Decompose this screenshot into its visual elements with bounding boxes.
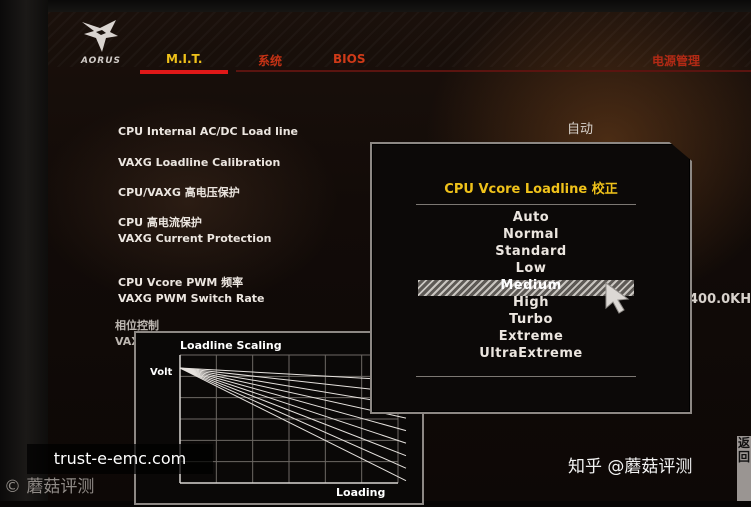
setting-vaxg-loadline-calibration[interactable]: VAXG Loadline Calibration	[118, 155, 280, 171]
setting-cpu-current-protection[interactable]: CPU 高电流保护 VAXG Current Protection	[118, 215, 271, 247]
option-low[interactable]: Low	[372, 261, 690, 276]
tab-system[interactable]: 系统	[258, 52, 282, 69]
option-standard[interactable]: Standard	[372, 244, 690, 259]
aorus-logo: AORUS	[70, 18, 132, 68]
dialog-title: CPU Vcore Loadline 校正	[444, 182, 618, 197]
watermark-zhihu: 知乎 @蘑菇评测	[568, 457, 693, 477]
mouse-pointer-icon	[605, 282, 630, 314]
option-high[interactable]: High	[372, 295, 690, 310]
tab-divider	[236, 70, 751, 72]
loadline-calibration-dialog: CPU Vcore Loadline 校正 Auto Normal Standa…	[370, 142, 692, 414]
option-medium[interactable]: Medium	[372, 278, 690, 293]
side-tab[interactable]: 返回	[737, 436, 751, 501]
aorus-eagle-icon	[82, 20, 118, 52]
setting-pwm-switch-rate[interactable]: CPU Vcore PWM 频率 VAXG PWM Switch Rate	[118, 275, 265, 307]
tab-bios[interactable]: BIOS	[333, 52, 365, 66]
dialog-divider-top	[416, 204, 636, 205]
logo-text: AORUS	[80, 56, 122, 66]
option-turbo[interactable]: Turbo	[372, 312, 690, 327]
option-auto[interactable]: Auto	[372, 210, 690, 225]
setting-label-secondary: VAXG Current Protection	[118, 232, 272, 245]
active-tab-indicator	[140, 70, 228, 74]
watermark-url: trust-e-emc.com	[27, 444, 213, 474]
setting-label-secondary: VAXG PWM Switch Rate	[118, 292, 265, 305]
option-ultraextreme[interactable]: UltraExtreme	[372, 346, 690, 361]
x-axis-label: Loading	[336, 486, 385, 499]
option-normal[interactable]: Normal	[372, 227, 690, 242]
dialog-divider-bottom	[416, 376, 636, 377]
setting-label: CPU 高电流保护	[118, 216, 202, 229]
monitor-bezel-left	[0, 0, 48, 501]
setting-high-voltage-protection[interactable]: CPU/VAXG 高电压保护	[118, 185, 240, 201]
setting-cpu-acdc-loadline-value[interactable]: 自动	[567, 118, 593, 137]
setting-label: CPU Vcore PWM 频率	[118, 276, 244, 289]
tab-mit[interactable]: M.I.T.	[166, 52, 202, 66]
y-axis-label: Volt	[150, 367, 172, 378]
watermark-author: © 蘑菇评测	[4, 477, 95, 497]
header-pattern	[48, 12, 751, 67]
option-extreme[interactable]: Extreme	[372, 329, 690, 344]
setting-pwm-switch-rate-value[interactable]: 400.0KH	[689, 292, 751, 307]
chart-title: Loadline Scaling	[180, 339, 282, 352]
setting-cpu-acdc-loadline[interactable]: CPU Internal AC/DC Load line	[118, 124, 298, 140]
tab-power-management[interactable]: 电源管理	[652, 52, 700, 69]
